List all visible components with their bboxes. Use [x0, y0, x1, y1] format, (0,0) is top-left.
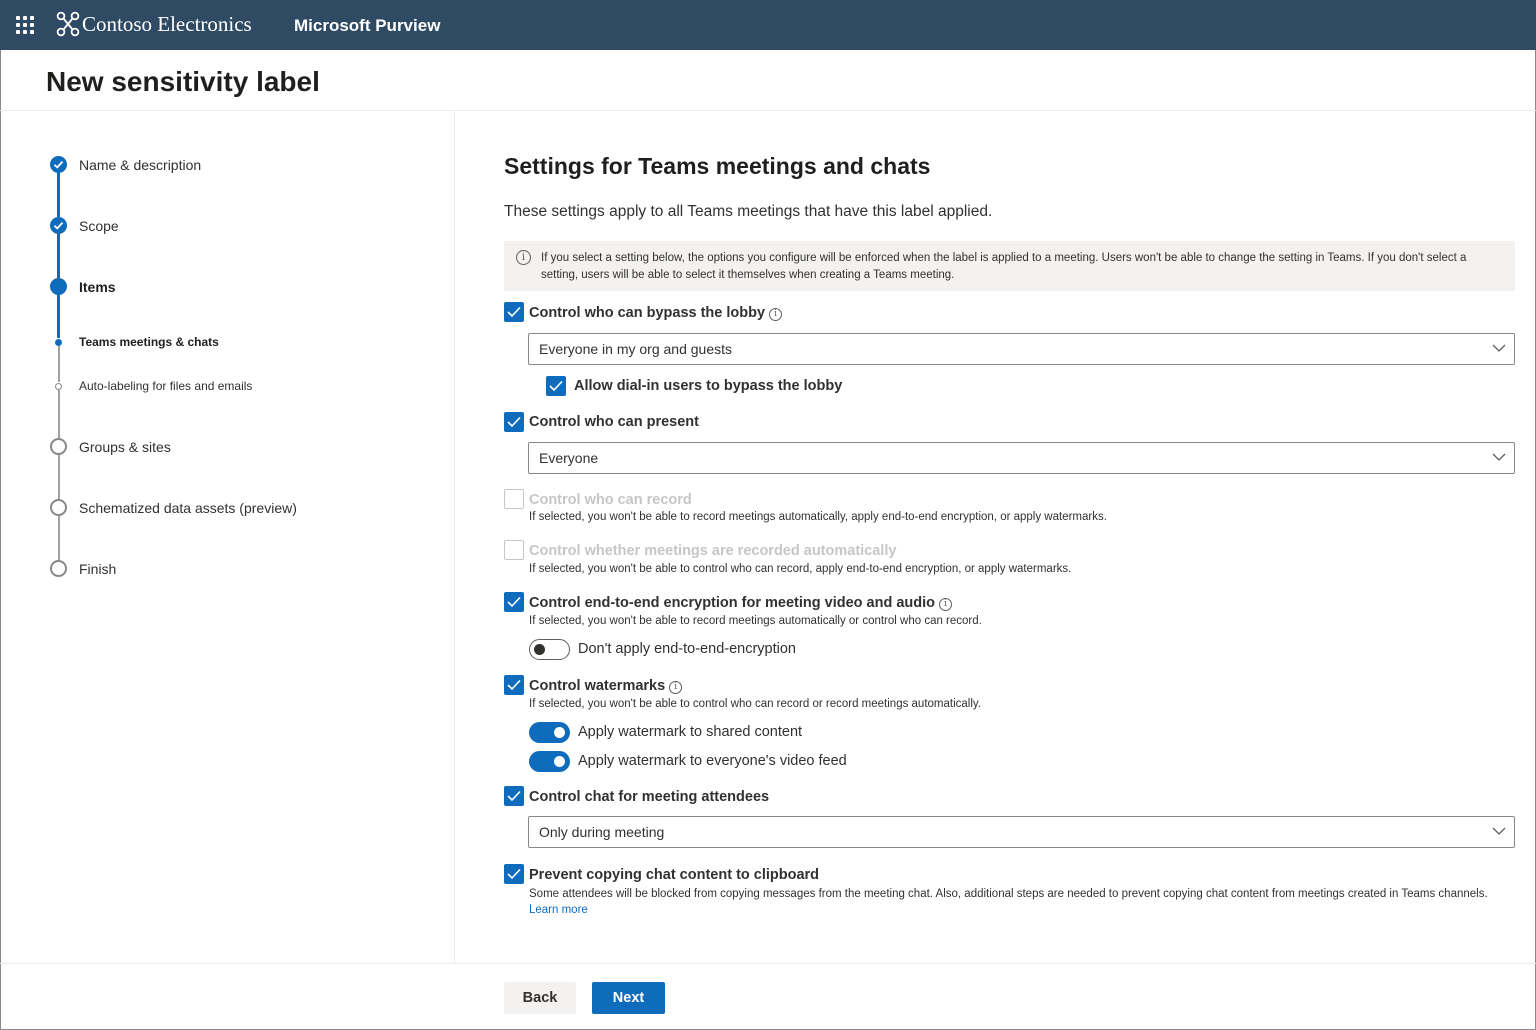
present-label[interactable]: Control who can present — [529, 414, 699, 430]
encryption-help-text: If selected, you won't be able to record… — [529, 615, 982, 627]
lobby-dropdown[interactable]: Everyone in my org and guests — [528, 333, 1515, 365]
step-pending-icon — [50, 499, 67, 516]
chevron-down-icon — [1492, 344, 1506, 352]
lobby-label[interactable]: Control who can bypass the lobby i — [529, 305, 783, 321]
auto-record-checkbox[interactable] — [504, 540, 524, 560]
contoso-logo-icon — [56, 11, 80, 37]
step-current-icon — [50, 278, 67, 295]
step-connector — [58, 455, 60, 499]
sidebar-divider — [454, 111, 455, 964]
present-dropdown[interactable]: Everyone — [528, 442, 1515, 474]
learn-more-link[interactable]: Learn more — [529, 904, 588, 916]
step-connector — [57, 233, 60, 278]
info-message-text: If you select a setting below, the optio… — [541, 252, 1467, 281]
present-dropdown-value: Everyone — [539, 450, 599, 466]
step-complete-icon — [50, 156, 67, 173]
step-name-description[interactable]: Name & description — [79, 157, 201, 173]
step-connector — [57, 294, 60, 338]
step-connector — [58, 346, 60, 382]
encryption-toggle-label: Don't apply end-to-end-encryption — [578, 641, 796, 657]
clipboard-help-text: Some attendees will be blocked from copy… — [529, 888, 1488, 916]
step-groups-sites[interactable]: Groups & sites — [79, 439, 171, 455]
clipboard-label[interactable]: Prevent copying chat content to clipboar… — [529, 867, 819, 883]
step-connector — [58, 390, 60, 438]
substep-pending-icon — [55, 383, 62, 390]
footer-divider — [0, 963, 1536, 964]
record-help-text: If selected, you won't be able to record… — [529, 511, 1107, 523]
lobby-dropdown-value: Everyone in my org and guests — [539, 341, 732, 357]
step-complete-icon — [50, 217, 67, 234]
clipboard-checkbox[interactable] — [504, 864, 524, 884]
step-scope[interactable]: Scope — [79, 218, 119, 234]
record-label: Control who can record — [529, 492, 692, 508]
watermarks-checkbox[interactable] — [504, 675, 524, 695]
page-title: New sensitivity label — [46, 66, 320, 97]
chat-dropdown[interactable]: Only during meeting — [528, 816, 1515, 848]
back-button[interactable]: Back — [504, 982, 576, 1014]
chat-label[interactable]: Control chat for meeting attendees — [529, 789, 769, 805]
app-launcher-icon[interactable] — [16, 16, 34, 34]
info-icon: i — [516, 250, 531, 265]
section-title: Settings for Teams meetings and chats — [504, 153, 931, 179]
encryption-checkbox[interactable] — [504, 592, 524, 612]
substep-teams-meetings[interactable]: Teams meetings & chats — [79, 335, 219, 349]
record-checkbox[interactable] — [504, 489, 524, 509]
auto-record-label: Control whether meetings are recorded au… — [529, 543, 897, 559]
section-description: These settings apply to all Teams meetin… — [504, 203, 993, 220]
step-pending-icon — [50, 438, 67, 455]
info-icon[interactable]: i — [669, 681, 683, 694]
substep-auto-labeling[interactable]: Auto-labeling for files and emails — [79, 379, 252, 393]
chevron-down-icon — [1492, 453, 1506, 461]
info-icon[interactable]: i — [939, 598, 952, 611]
step-connector — [58, 516, 60, 560]
present-checkbox[interactable] — [504, 412, 524, 432]
header-divider — [0, 110, 1536, 111]
auto-record-help-text: If selected, you won't be able to contro… — [529, 563, 1072, 575]
step-schematized-data[interactable]: Schematized data assets (preview) — [79, 500, 297, 516]
watermark-shared-label: Apply watermark to shared content — [578, 724, 803, 740]
step-connector — [57, 172, 60, 217]
dialin-label[interactable]: Allow dial-in users to bypass the lobby — [574, 378, 842, 394]
watermarks-label[interactable]: Control watermarks i — [529, 678, 683, 694]
brand[interactable]: Contoso Electronics — [56, 11, 252, 37]
chat-checkbox[interactable] — [504, 786, 524, 806]
watermarks-help-text: If selected, you won't be able to contro… — [529, 698, 981, 710]
step-pending-icon — [50, 560, 67, 577]
next-button[interactable]: Next — [592, 982, 665, 1014]
chat-dropdown-value: Only during meeting — [539, 824, 665, 840]
watermark-shared-toggle[interactable] — [529, 722, 570, 743]
info-message-bar: i If you select a setting below, the opt… — [504, 241, 1515, 291]
watermark-video-label: Apply watermark to everyone's video feed — [578, 753, 847, 769]
info-icon[interactable]: i — [769, 308, 783, 321]
lobby-checkbox[interactable] — [504, 302, 524, 322]
top-bar: Contoso Electronics Microsoft Purview — [0, 0, 1536, 50]
chevron-down-icon — [1492, 827, 1506, 835]
watermark-video-toggle[interactable] — [529, 751, 570, 772]
step-items[interactable]: Items — [79, 279, 116, 295]
brand-name: Contoso Electronics — [82, 11, 252, 36]
encryption-toggle[interactable] — [529, 639, 570, 660]
app-name[interactable]: Microsoft Purview — [294, 16, 440, 36]
encryption-label[interactable]: Control end-to-end encryption for meetin… — [529, 595, 952, 611]
substep-current-icon — [55, 339, 62, 346]
dialin-checkbox[interactable] — [546, 376, 566, 396]
step-finish[interactable]: Finish — [79, 561, 116, 577]
